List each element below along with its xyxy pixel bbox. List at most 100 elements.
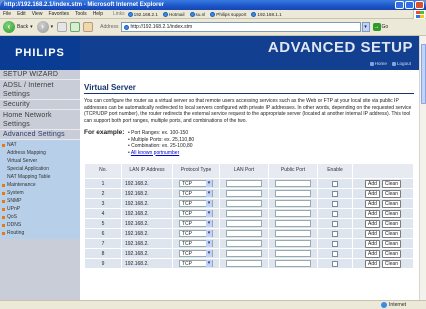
sidebar-item-system[interactable]: System [0,189,80,197]
home-icon[interactable] [83,22,94,32]
lan-port-input[interactable] [226,260,262,267]
menu-help[interactable]: Help [93,11,103,17]
sidebar-item-special-application[interactable]: Special Application [0,165,80,173]
forward-dropdown-icon[interactable]: ▾ [51,24,54,30]
maximize-button[interactable] [405,1,414,9]
public-port-input[interactable] [275,220,311,227]
lan-ip-input[interactable]: 192.168.2. [122,229,172,238]
scrollbar-thumb[interactable] [421,44,426,104]
lan-port-input[interactable] [226,220,262,227]
lan-port-input[interactable] [226,200,262,207]
public-port-input[interactable] [275,230,311,237]
protocol-select[interactable]: TCP ▾ [179,250,213,257]
go-button[interactable]: → Go [372,23,388,31]
enable-checkbox[interactable] [332,260,338,267]
logout-link[interactable]: Logout [391,61,411,66]
lan-ip-input[interactable]: 192.168.2. [122,219,172,228]
minimize-button[interactable] [395,1,404,9]
sidebar-item-routing[interactable]: Routing [0,229,80,237]
sidebar-item-upnp[interactable]: UPnP [0,205,80,213]
lan-port-input[interactable] [226,240,262,247]
home-link[interactable]: Home [369,61,387,66]
lan-ip-input[interactable]: 192.168.2. [122,239,172,248]
add-button[interactable]: Add [365,249,380,258]
link-item[interactable]: Philips support [210,11,246,17]
clean-button[interactable]: Clean [381,249,401,258]
forward-button[interactable]: › ▾ [36,21,54,33]
sidebar-item-address-mapping[interactable]: Address Mapping [0,149,80,157]
protocol-select[interactable]: TCP ▾ [179,230,213,237]
link-item[interactable]: 192.168.2.1 [127,11,158,17]
enable-checkbox[interactable] [332,240,338,247]
enable-checkbox[interactable] [332,230,338,237]
sidebar-item-adsl-internet[interactable]: ADSL / Internet Settings [0,80,80,100]
sidebar-item-nat[interactable]: NAT [0,141,80,149]
public-port-input[interactable] [275,250,311,257]
enable-checkbox[interactable] [332,180,338,187]
menu-view[interactable]: View [32,11,43,17]
clean-button[interactable]: Clean [381,219,401,228]
lan-port-input[interactable] [226,190,262,197]
menu-favorites[interactable]: Favorites [48,11,69,17]
sidebar-item-advanced-settings[interactable]: Advanced Settings [0,130,80,140]
enable-checkbox[interactable] [332,250,338,257]
lan-port-input[interactable] [226,230,262,237]
sidebar-item-maintenance[interactable]: Maintenance [0,181,80,189]
protocol-select[interactable]: TCP ▾ [179,240,213,247]
enable-checkbox[interactable] [332,220,338,227]
known-ports-link[interactable]: All known portnumber [131,150,179,156]
link-item[interactable]: 192.168.1.1 [251,11,282,17]
sidebar-item-ddns[interactable]: DDNS [0,221,80,229]
add-button[interactable]: Add [365,179,380,188]
protocol-select[interactable]: TCP ▾ [179,190,213,197]
sidebar-item-snmp[interactable]: SNMP [0,197,80,205]
protocol-select[interactable]: TCP ▾ [179,180,213,187]
clean-button[interactable]: Clean [381,229,401,238]
link-item[interactable]: Hotmail [162,11,185,17]
title-bar[interactable]: http://192.168.2.1/index.stm - Microsoft… [0,0,426,10]
clean-button[interactable]: Clean [381,239,401,248]
clean-button[interactable]: Clean [381,179,401,188]
add-button[interactable]: Add [365,209,380,218]
back-dropdown-icon[interactable]: ▾ [30,24,33,30]
add-button[interactable]: Add [365,259,380,268]
public-port-input[interactable] [275,200,311,207]
menu-tools[interactable]: Tools [75,11,87,17]
lan-ip-input[interactable]: 192.168.2. [122,249,172,258]
clean-button[interactable]: Clean [381,209,401,218]
close-button[interactable] [415,1,424,9]
lan-port-input[interactable] [226,180,262,187]
enable-checkbox[interactable] [332,200,338,207]
add-button[interactable]: Add [365,189,380,198]
enable-checkbox[interactable] [332,210,338,217]
clean-button[interactable]: Clean [381,189,401,198]
protocol-select[interactable]: TCP ▾ [179,210,213,217]
public-port-input[interactable] [275,260,311,267]
sidebar-item-home-network[interactable]: Home Network Settings [0,110,80,130]
menu-edit[interactable]: Edit [17,11,26,17]
clean-button[interactable]: Clean [381,259,401,268]
public-port-input[interactable] [275,210,311,217]
link-item[interactable]: su.nl [189,11,205,17]
clean-button[interactable]: Clean [381,199,401,208]
add-button[interactable]: Add [365,219,380,228]
back-button[interactable]: ‹ Back ▾ [3,21,33,33]
add-button[interactable]: Add [365,229,380,238]
sidebar-item-nat-mapping-table[interactable]: NAT Mapping Table [0,173,80,181]
lan-port-input[interactable] [226,210,262,217]
sidebar-item-setup-wizard[interactable]: SETUP WIZARD [0,70,80,80]
stop-icon[interactable] [57,22,68,32]
sidebar-item-virtual-server[interactable]: Virtual Server [0,157,80,165]
lan-ip-input[interactable]: 192.168.2. [122,179,172,188]
protocol-select[interactable]: TCP ▾ [179,260,213,267]
protocol-select[interactable]: TCP ▾ [179,220,213,227]
address-input[interactable]: http://192.168.2.1/index.stm [120,22,361,32]
refresh-icon[interactable] [70,22,81,32]
add-button[interactable]: Add [365,199,380,208]
sidebar-item-security[interactable]: Security [0,100,80,110]
public-port-input[interactable] [275,240,311,247]
vertical-scrollbar[interactable] [419,36,426,300]
lan-ip-input[interactable]: 192.168.2. [122,199,172,208]
menu-file[interactable]: File [3,11,11,17]
lan-ip-input[interactable]: 192.168.2. [122,259,172,268]
